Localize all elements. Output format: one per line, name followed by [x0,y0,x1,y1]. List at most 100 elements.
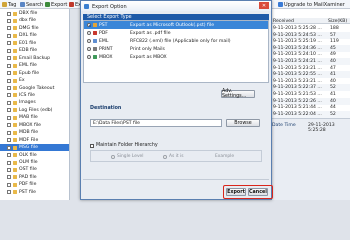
export-confirm-button[interactable]: Export [226,188,246,196]
tree-item[interactable]: PAD file [0,174,69,181]
tree-item[interactable]: MDB file [0,129,69,136]
tree-item-checkbox[interactable] [7,190,11,195]
upgrade-icon [278,2,283,7]
folder-icon [13,182,17,187]
tree-item-checkbox[interactable] [7,175,11,180]
tree-item-checkbox[interactable] [7,41,11,46]
tree-item[interactable]: OLM file [0,159,69,166]
cancel-button[interactable]: Cancel [248,188,268,196]
export-type-radio[interactable] [87,31,91,35]
tag-button[interactable]: Tag [2,1,16,8]
tree-item[interactable]: Log Files (edb) [0,107,69,114]
dialog-titlebar: Export Option ✕ [81,1,271,11]
tree-item[interactable]: MDF File [0,137,69,144]
export-type-print[interactable]: PRINT Print only Mails [84,45,268,53]
export-type-radio[interactable] [87,39,91,43]
tree-item[interactable]: Ex [0,77,69,84]
export-type-pdf[interactable]: PDF Export as .pdf file [84,29,268,37]
received-cell: 9-11-2013 5:21:44 ... [273,105,322,111]
tree-item-checkbox[interactable] [7,115,11,120]
tree-item[interactable]: Images [0,99,69,106]
tree-item[interactable]: Epub file [0,70,69,77]
tree-item-checkbox[interactable] [7,108,11,113]
tree-item[interactable]: ICS file [0,92,69,99]
tree-item[interactable]: EML file [0,62,69,69]
export-type-eml[interactable]: EML RFC822 (.eml) file (Applicable only f… [84,37,268,45]
export-button[interactable]: Export [45,1,67,8]
dialog-title: Export Option [92,3,127,10]
tree-item[interactable]: Email Backup [0,55,69,62]
tree-item-checkbox[interactable] [7,160,11,165]
export-type-name: EML [99,38,109,44]
maintain-hierarchy[interactable]: Maintain Folder Hierarchy [90,143,158,148]
tree-item[interactable]: DBX file [0,10,69,17]
single-level-option[interactable]: Single Level [111,154,143,159]
upgrade-button[interactable]: Upgrade to MailXaminer [278,1,345,8]
tree-item-checkbox[interactable] [7,18,11,23]
tree-item[interactable]: MSG file [0,144,69,152]
tree-item-checkbox[interactable] [7,71,11,76]
eml-icon [93,39,97,43]
export-type-pst[interactable]: PST Export as Microsoft Outlook(.pst) fil… [84,21,268,29]
folder-icon [13,11,17,16]
folder-icon [13,138,17,143]
tree-item-checkbox[interactable] [7,33,11,38]
tree-item-label: DMG file [19,25,39,31]
tree-item-checkbox[interactable] [7,130,11,135]
tree-item-label: MBOX file [19,122,41,128]
tree-item[interactable]: Google Takeout [0,85,69,92]
tree-item[interactable]: PST file [0,189,69,196]
export-type-radio[interactable] [87,55,91,59]
tree-item-checkbox[interactable] [7,100,11,105]
column-received[interactable]: Received [273,19,294,24]
export-type-radio[interactable] [87,23,91,27]
received-cell: 9-11-2013 5:24:53 ... [273,32,322,38]
browse-button[interactable]: Browse [226,119,260,127]
tree-item-checkbox[interactable] [7,48,11,53]
tree-item[interactable]: OLK file [0,152,69,159]
export-type-mbox[interactable]: MBOX Export as MBOX [84,53,268,61]
maintain-hierarchy-checkbox[interactable] [90,143,94,148]
search-button[interactable]: Search [20,1,43,8]
tree-item-checkbox[interactable] [7,182,11,187]
tree-item-checkbox[interactable] [7,93,11,98]
adv-settings-button[interactable]: Adv. Settings... [221,89,255,99]
tree-item-checkbox[interactable] [7,123,11,128]
tree-item[interactable]: PDF file [0,181,69,188]
tree-item[interactable]: DMG file [0,25,69,32]
tree-item-checkbox[interactable] [7,63,11,68]
tree-item-checkbox[interactable] [7,11,11,16]
mail-list-header: Received Size(KB) [270,18,350,24]
tree-item[interactable]: OST file [0,166,69,173]
tree-item[interactable]: E01 file [0,40,69,47]
export-type-radio[interactable] [87,47,91,51]
as-it-is-radio[interactable] [163,154,167,159]
as-it-is-option[interactable]: As it is [163,154,184,159]
tree-item[interactable]: MBOX file [0,122,69,129]
tree-item[interactable]: EDB file [0,47,69,54]
close-icon[interactable]: ✕ [259,2,269,9]
tree-item[interactable]: dbx file [0,17,69,24]
size-cell: 188 [330,26,339,31]
destination-field[interactable]: E:\Data Files\PST file [90,119,222,127]
size-cell: 40 [330,78,336,84]
tree-item[interactable]: MAB file [0,114,69,121]
single-level-radio[interactable] [111,154,115,159]
tree-item-checkbox[interactable] [7,56,11,61]
details-label: Date Time [272,123,296,128]
tree-item-checkbox[interactable] [7,153,11,158]
table-row[interactable]: 9-11-2013 5:22:04 ... 52 [270,110,350,118]
print-icon [93,47,97,51]
tree-item-label: DBX file [19,11,38,16]
tree-item-checkbox[interactable] [7,26,11,31]
tree-item-checkbox[interactable] [7,86,11,90]
column-size[interactable]: Size(KB) [328,19,347,24]
exit-icon [69,2,74,7]
tree-item-checkbox[interactable] [7,167,11,172]
tree-item-checkbox[interactable] [7,145,11,150]
tree-item-checkbox[interactable] [7,138,11,143]
tree-item[interactable]: DXL file [0,32,69,39]
pst-icon [93,23,97,27]
size-cell: 119 [330,39,339,45]
tree-item-checkbox[interactable] [7,78,11,83]
